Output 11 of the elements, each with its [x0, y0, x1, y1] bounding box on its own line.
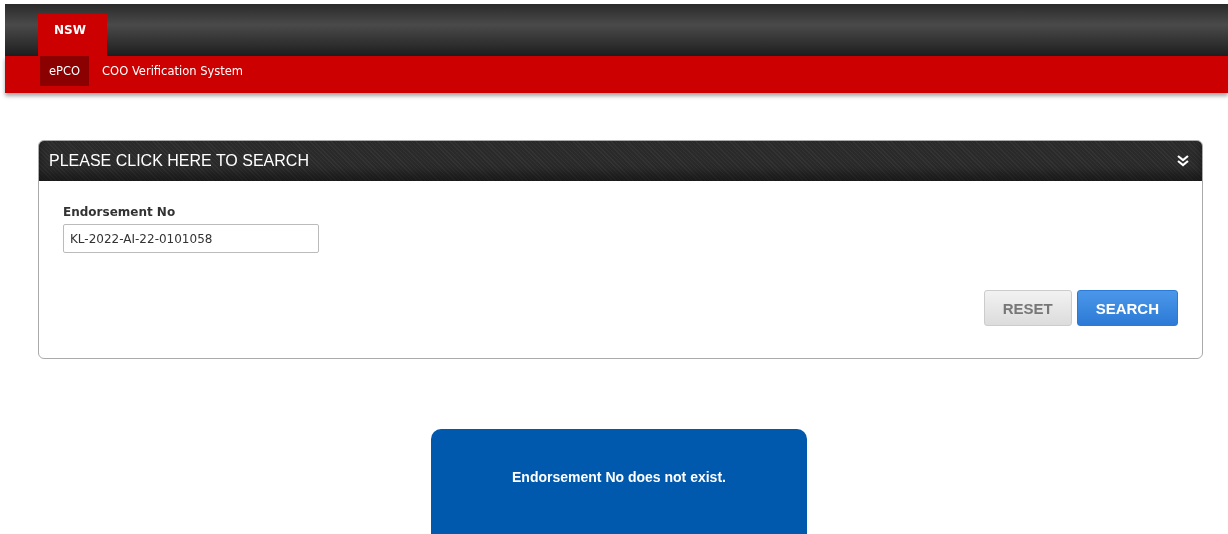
reset-button[interactable]: RESET	[983, 290, 1072, 326]
search-button[interactable]: SEARCH	[1076, 290, 1178, 326]
panel-title: PLEASE CLICK HERE TO SEARCH	[49, 152, 309, 170]
brand-tab[interactable]: NSW	[38, 14, 107, 56]
message-text: Endorsement No does not exist.	[512, 469, 726, 487]
expand-icon[interactable]	[1176, 154, 1190, 168]
nav-item[interactable]: COO Verification System	[93, 56, 253, 86]
panel-header[interactable]: PLEASE CLICK HERE TO SEARCH	[39, 141, 1202, 181]
nav-item[interactable]: ePCO	[40, 56, 90, 86]
field-label: Endorsement No	[63, 205, 177, 219]
endorsement-field[interactable]: KL-2022-AI-22-0101058	[63, 224, 319, 253]
